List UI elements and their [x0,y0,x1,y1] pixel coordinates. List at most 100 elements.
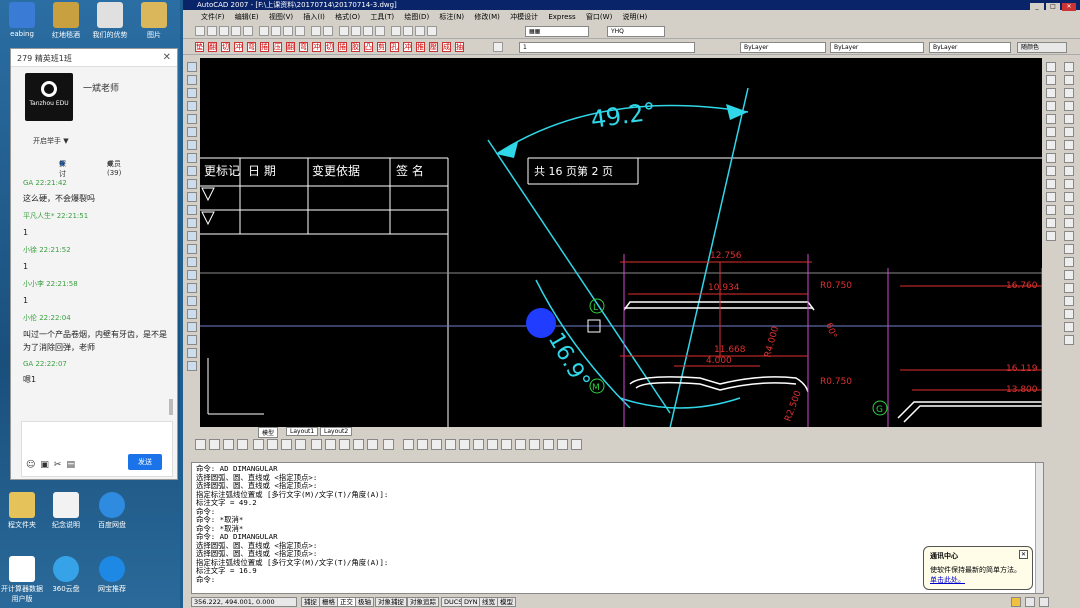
balloon-link[interactable]: 单击此处。 [930,575,1026,585]
tool-button[interactable]: 壓 [429,42,438,52]
tool-icon[interactable] [1046,140,1056,150]
tool-icon[interactable] [187,75,197,85]
tool-icon[interactable] [187,296,197,306]
tool-icon[interactable] [187,257,197,267]
command-line[interactable]: 命令: AD DIMANGULAR 选择圆弧、圆、直线或 <指定顶点>: 选择圆… [191,462,1044,594]
tool-button[interactable]: 冲 [312,42,321,52]
tool-icon[interactable] [187,348,197,358]
tool-icon[interactable] [187,127,197,137]
tool-icon[interactable] [187,322,197,332]
tool-button[interactable]: 胶 [351,42,360,52]
tool-icon[interactable] [1064,62,1074,72]
tool-button[interactable]: 冲 [403,42,412,52]
tool-icon[interactable] [571,439,582,450]
tool-button[interactable]: 孔 [390,42,399,52]
tool-icon[interactable] [473,439,484,450]
tool-icon[interactable] [1046,88,1056,98]
menu-item[interactable]: 编辑(E) [235,13,259,21]
desktop-icon[interactable]: 图片 [132,2,176,40]
chat-scrollbar[interactable] [169,399,173,415]
status-toggle[interactable]: 正交 [337,597,356,607]
preview-icon[interactable] [243,26,253,36]
menu-item[interactable]: 窗口(W) [586,13,612,21]
tool-icon[interactable] [1064,231,1074,241]
tool-icon[interactable] [1064,166,1074,176]
menu-item[interactable]: 工具(T) [370,13,394,21]
status-toggle[interactable]: 捕捉 [301,597,320,607]
tool-button[interactable]: 抽 [455,42,464,52]
desktop-icon[interactable]: 我们的优势 [88,2,132,40]
message-icon[interactable]: ▤ [66,460,80,470]
new-icon[interactable] [195,26,205,36]
tool-icon[interactable] [187,283,197,293]
layer-select[interactable]: 1 [519,42,695,53]
match-icon[interactable] [295,26,305,36]
menu-item[interactable]: 冲模设计 [510,13,538,21]
menu-item[interactable]: 修改(M) [474,13,500,21]
tool-icon[interactable] [187,153,197,163]
tool-button[interactable]: 垫 [195,42,204,52]
text-style-select[interactable]: ▦▦ [525,26,589,37]
tool-icon[interactable] [431,439,442,450]
tool-button[interactable]: 翻 [208,42,217,52]
designcenter-icon[interactable] [403,26,413,36]
tool-icon[interactable] [187,166,197,176]
comm-center-icon[interactable] [1011,597,1021,607]
menu-item[interactable]: 插入(I) [303,13,325,21]
tool-icon[interactable] [417,439,428,450]
redo-icon[interactable] [323,26,333,36]
tool-icon[interactable] [367,439,378,450]
tool-icon[interactable] [237,439,248,450]
tool-button[interactable]: 压 [273,42,282,52]
tool-icon[interactable] [1064,322,1074,332]
tool-icon[interactable] [1064,296,1074,306]
tool-icon[interactable] [543,439,554,450]
tool-icon[interactable] [1064,192,1074,202]
tool-icon[interactable] [267,439,278,450]
tool-icon[interactable] [459,439,470,450]
tool-icon[interactable] [187,205,197,215]
tool-icon[interactable] [187,179,197,189]
tool-icon[interactable] [1046,153,1056,163]
send-button[interactable]: 发送 [128,454,162,470]
tool-icon[interactable] [187,231,197,241]
tool-icon[interactable] [1064,270,1074,280]
tool-button[interactable]: 捲 [260,42,269,52]
tool-icon[interactable] [1064,244,1074,254]
dim-style-select[interactable]: YHQ [607,26,665,37]
tool-icon[interactable] [1064,140,1074,150]
scissors-icon[interactable]: ✂ [54,460,67,470]
plotstyle-select[interactable]: 随颜色 [1017,42,1067,53]
tool-icon[interactable] [1064,283,1074,293]
emoji-icon[interactable]: ☺ [26,460,40,470]
zoom-icon[interactable] [351,26,361,36]
properties-icon[interactable] [391,26,401,36]
tool-icon[interactable] [515,439,526,450]
desktop-icon[interactable]: 百度网盘 [90,492,134,530]
help-icon[interactable] [427,26,437,36]
tool-icon[interactable] [1046,179,1056,189]
zoom-window-icon[interactable] [363,26,373,36]
zoom-previous-icon[interactable] [375,26,385,36]
desktop-icon[interactable]: 网宝推荐 [90,556,134,594]
tool-icon[interactable] [1046,62,1056,72]
print-icon[interactable] [231,26,241,36]
tool-button[interactable]: 切 [221,42,230,52]
tool-icon[interactable] [1064,179,1074,189]
tool-button[interactable]: 成 [442,42,451,52]
menu-item[interactable]: 格式(O) [335,13,360,21]
tool-icon[interactable] [1064,335,1074,345]
paste-icon[interactable] [283,26,293,36]
lineweight-select[interactable]: ByLayer [929,42,1011,53]
close-icon[interactable]: ✕ [1019,550,1028,559]
layer-manager-icon[interactable] [493,42,503,52]
status-toggle[interactable]: 栅格 [319,597,338,607]
tool-icon[interactable] [187,114,197,124]
minimize-icon[interactable]: _ [1030,3,1044,11]
copy-icon[interactable] [271,26,281,36]
tool-icon[interactable] [403,439,414,450]
tool-icon[interactable] [295,439,306,450]
status-toggle[interactable]: 对象捕捉 [375,597,407,607]
tool-icon[interactable] [557,439,568,450]
tool-icon[interactable] [187,244,197,254]
